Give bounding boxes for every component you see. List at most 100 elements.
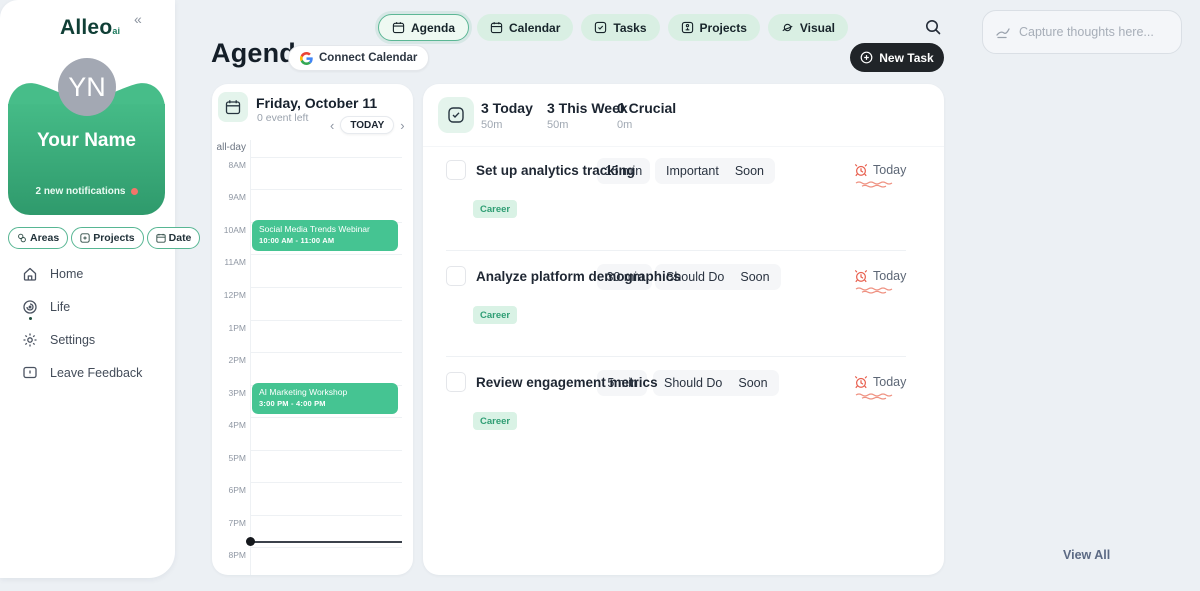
date-icon: [156, 233, 166, 243]
calendar-panel: Friday, October 11 0 event left ‹ TODAY …: [212, 84, 413, 575]
task-priority: Should Do: [664, 376, 722, 390]
projects-icon: [80, 233, 90, 243]
view-all-link[interactable]: View All: [1063, 548, 1110, 562]
user-name: Your Name: [8, 130, 165, 152]
task-tag[interactable]: Career: [473, 412, 517, 430]
stat-today-label: 3 Today: [481, 100, 533, 116]
hour-line: [250, 547, 402, 548]
sidebar-item-life[interactable]: Life: [22, 297, 142, 317]
hour-line: [250, 287, 402, 288]
filter-projects-button[interactable]: Projects: [71, 227, 143, 249]
tab-visual-label: Visual: [800, 21, 835, 35]
hour-line: [250, 157, 402, 158]
calendar-event[interactable]: Social Media Trends Webinar 10:00 AM - 1…: [252, 220, 398, 251]
agenda-icon: [392, 21, 405, 34]
tab-agenda[interactable]: Agenda: [378, 14, 469, 41]
capture-thoughts-input[interactable]: [1019, 25, 1159, 39]
notifications-text[interactable]: 2 new notifications: [8, 186, 165, 197]
task-checkbox[interactable]: [446, 160, 466, 180]
task-due[interactable]: Today: [854, 269, 906, 283]
task-checkbox[interactable]: [446, 372, 466, 392]
all-day-label: all-day: [212, 142, 246, 153]
feedback-icon: [22, 365, 38, 381]
hour-label: 7PM: [212, 518, 246, 528]
task-due-label: Today: [873, 375, 906, 389]
connect-calendar-button[interactable]: Connect Calendar: [288, 45, 429, 71]
filter-date-button[interactable]: Date: [147, 227, 201, 249]
projects-tab-icon: [681, 21, 694, 34]
search-button[interactable]: [924, 18, 942, 41]
task-when: Soon: [740, 270, 769, 284]
capture-thoughts-box: [982, 10, 1182, 54]
connect-calendar-label: Connect Calendar: [319, 52, 417, 64]
task-priority: Important: [666, 164, 719, 178]
tasks-icon: [594, 21, 607, 34]
notification-dot: [131, 188, 138, 195]
task-due[interactable]: Today: [854, 163, 906, 177]
event-time: 3:00 PM - 4:00 PM: [259, 399, 391, 408]
calendar-date-title: Friday, October 11: [256, 95, 377, 111]
top-navigation: Agenda Calendar Tasks Projects Visual: [378, 14, 848, 41]
sidebar-item-home[interactable]: Home: [22, 264, 142, 284]
sidebar-item-feedback[interactable]: Leave Feedback: [22, 363, 142, 383]
filter-areas-button[interactable]: Areas: [8, 227, 68, 249]
profile-card: Your Name 2 new notifications: [8, 104, 165, 215]
task-tag[interactable]: Career: [473, 306, 517, 324]
today-button[interactable]: TODAY: [340, 116, 394, 134]
chevron-left-icon[interactable]: ‹: [330, 119, 334, 132]
sidebar-collapse-icon[interactable]: «: [134, 11, 142, 27]
calendar-events-left: 0 event left: [257, 112, 308, 124]
hour-line: [250, 254, 402, 255]
tab-calendar-label: Calendar: [509, 21, 560, 35]
calendar-event[interactable]: AI Marketing Workshop 3:00 PM - 4:00 PM: [252, 383, 398, 414]
stat-this-week-label: 3 This Week: [547, 100, 628, 116]
divider: [446, 356, 906, 357]
gear-icon: [22, 332, 38, 348]
tab-visual[interactable]: Visual: [768, 14, 848, 41]
hour-label: 5PM: [212, 453, 246, 463]
task-title[interactable]: Set up analytics tracking: [476, 163, 635, 178]
stat-crucial-sub: 0m: [617, 119, 676, 131]
task-tag[interactable]: Career: [473, 200, 517, 218]
pen-icon: [995, 24, 1011, 40]
sidebar-item-settings[interactable]: Settings: [22, 330, 142, 350]
filter-projects-label: Projects: [93, 232, 134, 244]
task-due-label: Today: [873, 163, 906, 177]
tab-projects-label: Projects: [700, 21, 747, 35]
tab-tasks[interactable]: Tasks: [581, 14, 659, 41]
alarm-icon: [854, 163, 868, 177]
tab-calendar[interactable]: Calendar: [477, 14, 573, 41]
alarm-icon: [854, 269, 868, 283]
sidebar-filters: Areas Projects Date: [8, 227, 200, 249]
tab-agenda-label: Agenda: [411, 21, 455, 35]
hour-line: [250, 352, 402, 353]
hour-label: 8PM: [212, 550, 246, 560]
tasks-panel-icon: [438, 97, 474, 133]
task-priority-pill[interactable]: Should Do Soon: [653, 370, 779, 396]
life-indicator-dot: [29, 317, 32, 320]
sidebar-nav: Home Life Settings Leave Feedback: [22, 264, 142, 396]
event-title: AI Marketing Workshop: [259, 387, 391, 397]
task-title[interactable]: Analyze platform demographics: [476, 269, 681, 284]
task-title[interactable]: Review engagement metrics: [476, 375, 658, 390]
new-task-button[interactable]: New Task: [850, 43, 944, 72]
hour-label: 3PM: [212, 388, 246, 398]
sidebar: Alleoai « YN Your Name 2 new notificatio…: [0, 0, 175, 578]
hour-label: 8AM: [212, 160, 246, 170]
hour-line: [250, 320, 402, 321]
stat-this-week-sub: 50m: [547, 119, 628, 131]
calendar-nav: ‹ TODAY ›: [330, 116, 405, 134]
tab-projects[interactable]: Projects: [668, 14, 760, 41]
home-icon: [22, 266, 38, 282]
new-task-label: New Task: [879, 51, 933, 65]
hour-label: 11AM: [212, 257, 246, 267]
chevron-right-icon[interactable]: ›: [400, 119, 404, 132]
task-due[interactable]: Today: [854, 375, 906, 389]
task-checkbox[interactable]: [446, 266, 466, 286]
current-time-line: [250, 541, 402, 543]
due-underline: [855, 181, 895, 188]
sidebar-item-settings-label: Settings: [50, 333, 95, 347]
avatar[interactable]: YN: [58, 58, 116, 116]
filter-date-label: Date: [169, 232, 192, 244]
task-priority-pill[interactable]: Important Soon: [655, 158, 775, 184]
